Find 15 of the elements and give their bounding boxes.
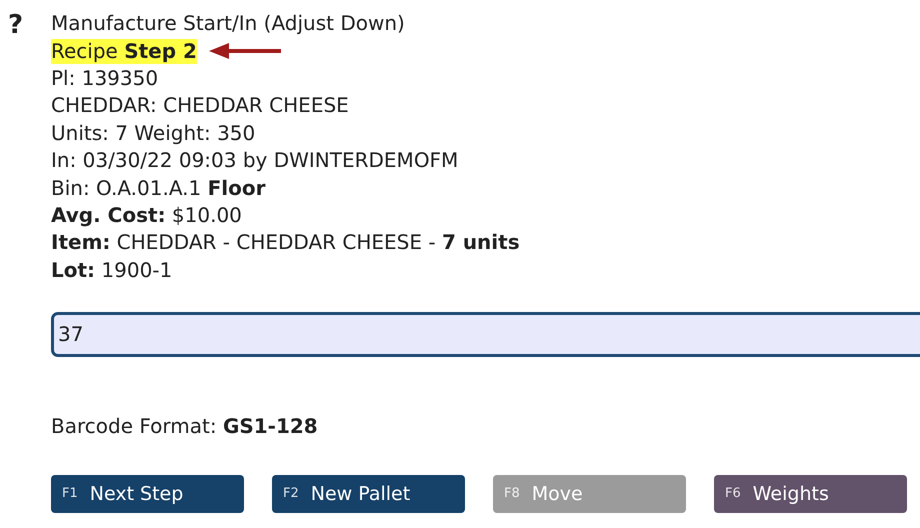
barcode-format-text: Barcode Format: GS1-128 [51, 412, 318, 440]
info-line: Item: CHEDDAR - CHEDDAR CHEESE - 7 units [51, 230, 520, 256]
info-line: CHEDDAR: CHEDDAR CHEESE [51, 93, 349, 118]
action-button[interactable]: F6 Weights [714, 474, 907, 513]
action-button[interactable]: F1 Next Step [51, 474, 244, 513]
input-field[interactable]: 37 [51, 312, 920, 357]
help-icon[interactable]: ? [8, 10, 26, 528]
info-line: In: 03/30/22 09:03 by DWINTERDEMOFM [51, 148, 458, 174]
info-line: Pl: 139350 [51, 66, 158, 91]
action-button[interactable]: F2 New Pallet [272, 474, 465, 513]
info-line: Avg. Cost: $10.00 [51, 202, 242, 228]
info-line: Lot: 1900-1 [51, 258, 172, 283]
info-line: Units: 7 Weight: 350 [51, 120, 256, 146]
info-line: Manufacture Start/In (Adjust Down) [51, 11, 405, 36]
info-line: Bin: O.A.01.A.1 Floor [51, 176, 266, 201]
